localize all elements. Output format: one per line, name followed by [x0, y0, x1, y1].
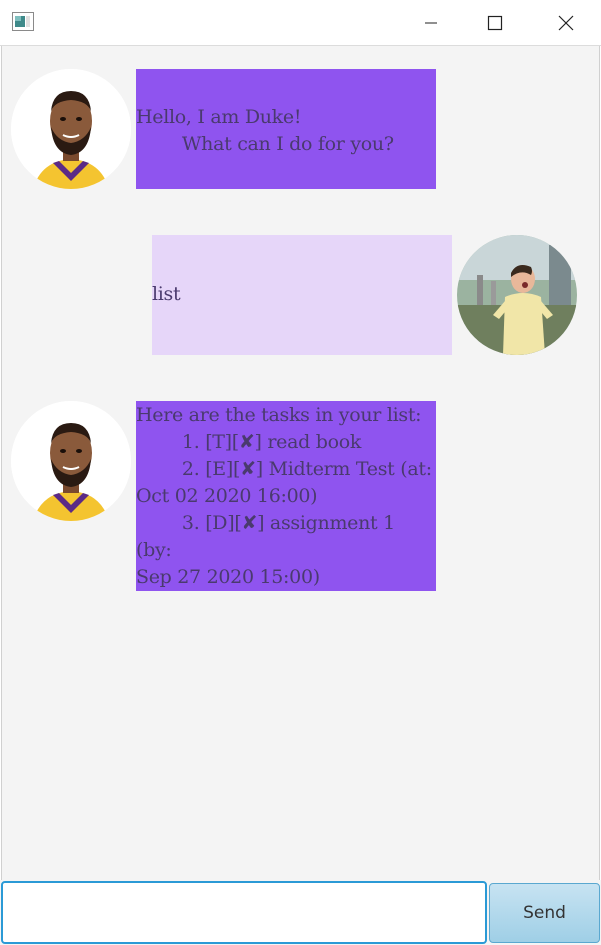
minimize-button[interactable]: [408, 0, 454, 45]
minimize-icon: [425, 22, 437, 23]
maximize-button[interactable]: [472, 0, 518, 45]
message-input[interactable]: [1, 881, 487, 944]
close-button[interactable]: [543, 0, 589, 45]
duke-avatar: [11, 401, 131, 521]
title-bar: [0, 0, 601, 46]
duke-message-bubble: Hello, I am Duke! What can I do for you?: [136, 69, 436, 189]
close-icon: [558, 15, 574, 30]
send-button[interactable]: Send: [489, 883, 600, 943]
input-row: Send: [0, 880, 601, 945]
user-avatar: [457, 235, 577, 355]
maximize-icon: [487, 15, 503, 30]
app-icon: [12, 12, 34, 31]
chat-area[interactable]: Hello, I am Duke! What can I do for you?…: [1, 46, 600, 880]
user-message-bubble: list: [152, 235, 452, 355]
duke-message-bubble: Here are the tasks in your list: 1. [T][…: [136, 401, 436, 591]
duke-avatar: [11, 69, 131, 189]
